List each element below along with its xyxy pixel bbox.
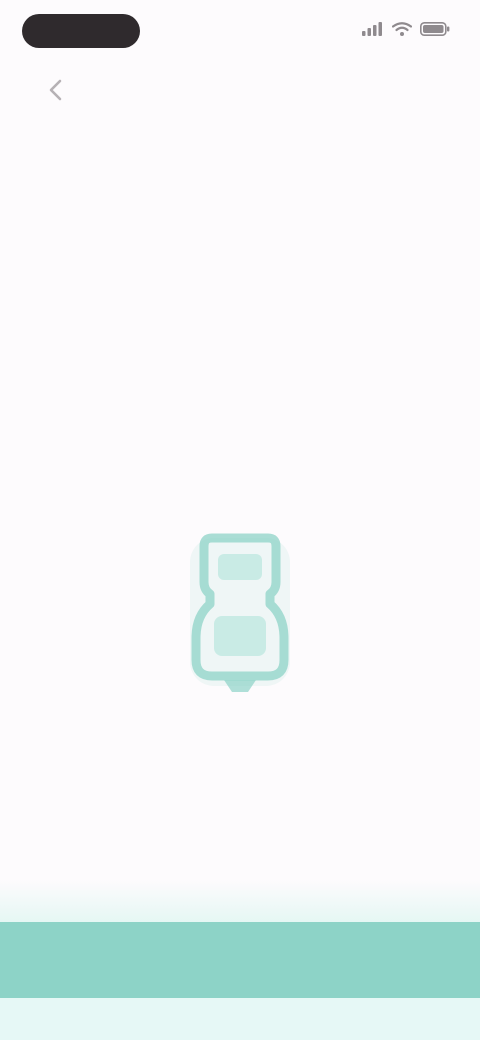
status-icons <box>362 22 450 36</box>
page-description <box>42 156 422 196</box>
status-time-pill <box>22 14 140 48</box>
primary-action-button[interactable] <box>0 922 480 998</box>
status-bar <box>0 0 480 64</box>
device-illustration <box>160 520 320 720</box>
signal-icon <box>362 22 384 36</box>
screen <box>0 0 480 1040</box>
battery-icon <box>420 22 450 36</box>
header-text <box>42 138 422 196</box>
bottom-strip <box>0 998 480 1040</box>
back-button[interactable] <box>36 76 76 108</box>
wifi-icon <box>392 22 412 36</box>
device-icon <box>160 533 320 724</box>
chevron-left-icon <box>47 79 65 106</box>
